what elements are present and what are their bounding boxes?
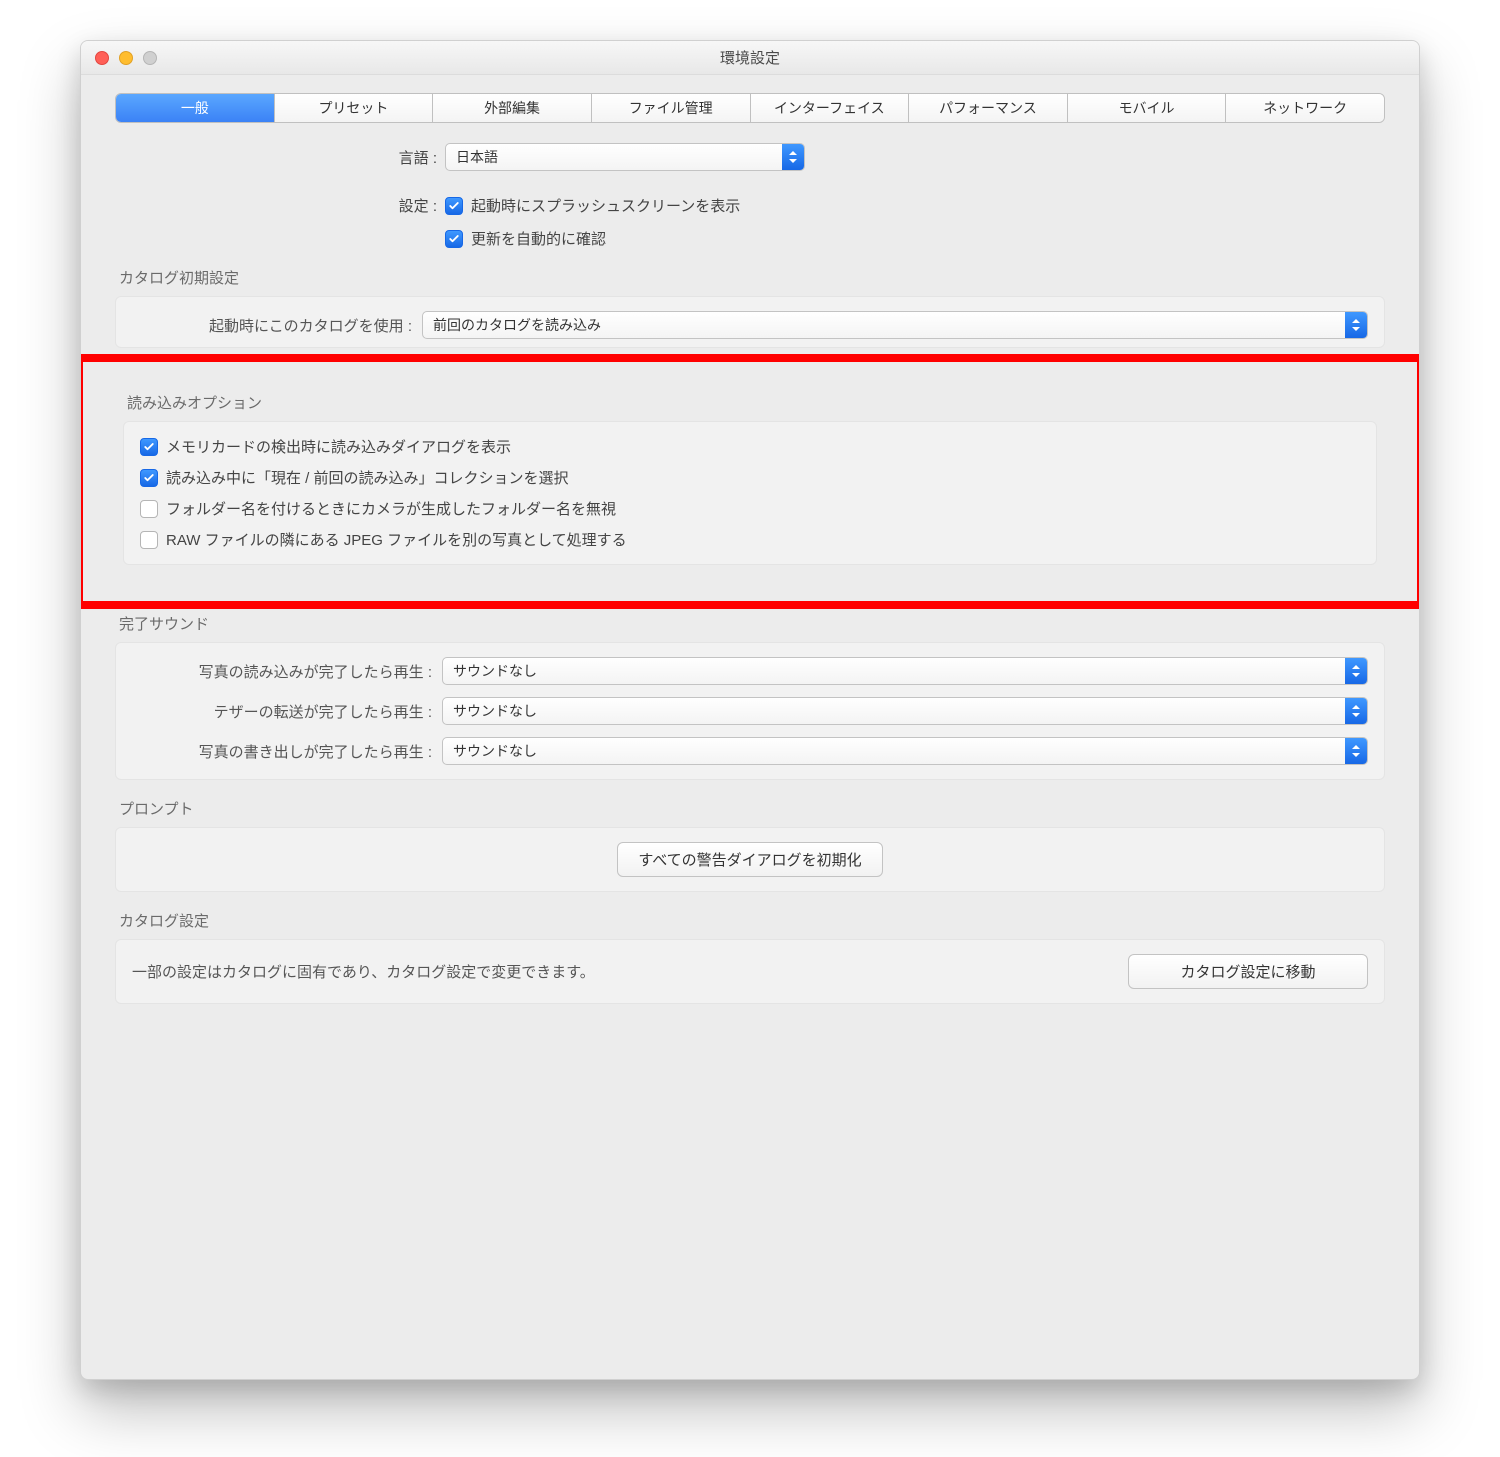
tab-external-editing[interactable]: 外部編集 xyxy=(433,94,592,122)
catalog-init-select[interactable]: 前回のカタログを読み込み xyxy=(422,311,1368,339)
sound-import-select[interactable]: サウンドなし xyxy=(442,657,1368,685)
prompt-title: プロンプト xyxy=(119,798,1385,819)
titlebar: 環境設定 xyxy=(81,41,1419,75)
catalog-init-panel: 起動時にこのカタログを使用 : 前回のカタログを読み込み xyxy=(115,296,1385,348)
import-options-highlight: 読み込みオプション メモリカードの検出時に読み込みダイアログを表示 読み込み中に… xyxy=(80,354,1420,609)
import-opt-label-1: 読み込み中に「現在 / 前回の読み込み」コレクションを選択 xyxy=(166,467,569,488)
import-opt-checkbox-1[interactable] xyxy=(140,469,158,487)
sound-export-label: 写真の書き出しが完了したら再生 : xyxy=(132,741,442,762)
tab-general[interactable]: 一般 xyxy=(116,94,275,122)
language-value: 日本語 xyxy=(446,147,782,167)
auto-update-checkbox[interactable] xyxy=(445,230,463,248)
sound-export-value: サウンドなし xyxy=(443,741,1345,761)
import-opt-label-0: メモリカードの検出時に読み込みダイアログを表示 xyxy=(166,436,511,457)
updown-icon xyxy=(1345,658,1367,684)
catalog-init-label: 起動時にこのカタログを使用 : xyxy=(132,315,422,336)
splash-checkbox[interactable] xyxy=(445,197,463,215)
import-opt-label-2: フォルダー名を付けるときにカメラが生成したフォルダー名を無視 xyxy=(166,498,616,519)
language-label: 言語 : xyxy=(115,147,445,168)
reset-warnings-button[interactable]: すべての警告ダイアログを初期化 xyxy=(617,842,882,877)
sound-tether-value: サウンドなし xyxy=(443,701,1345,721)
import-options-panel: メモリカードの検出時に読み込みダイアログを表示 読み込み中に「現在 / 前回の読… xyxy=(123,421,1377,565)
catalog-init-title: カタログ初期設定 xyxy=(119,267,1385,288)
import-opt-checkbox-2[interactable] xyxy=(140,500,158,518)
updown-icon xyxy=(782,144,804,170)
tab-bar: 一般 プリセット 外部編集 ファイル管理 インターフェイス パフォーマンス モバ… xyxy=(115,93,1385,123)
sound-import-label: 写真の読み込みが完了したら再生 : xyxy=(132,661,442,682)
tab-performance[interactable]: パフォーマンス xyxy=(909,94,1068,122)
sound-tether-select[interactable]: サウンドなし xyxy=(442,697,1368,725)
tab-file-handling[interactable]: ファイル管理 xyxy=(592,94,751,122)
tab-presets[interactable]: プリセット xyxy=(275,94,434,122)
sounds-panel: 写真の読み込みが完了したら再生 : サウンドなし テザーの転送が完了したら再生 … xyxy=(115,642,1385,780)
goto-catalog-settings-button[interactable]: カタログ設定に移動 xyxy=(1128,954,1368,989)
sound-tether-label: テザーの転送が完了したら再生 : xyxy=(132,701,442,722)
import-opt-checkbox-0[interactable] xyxy=(140,438,158,456)
prompt-panel: すべての警告ダイアログを初期化 xyxy=(115,827,1385,892)
sound-export-select[interactable]: サウンドなし xyxy=(442,737,1368,765)
close-icon[interactable] xyxy=(95,51,109,65)
tab-network[interactable]: ネットワーク xyxy=(1226,94,1384,122)
language-select[interactable]: 日本語 xyxy=(445,143,805,171)
import-opt-label-3: RAW ファイルの隣にある JPEG ファイルを別の写真として処理する xyxy=(166,529,627,550)
catalog-settings-text: 一部の設定はカタログに固有であり、カタログ設定で変更できます。 xyxy=(132,961,595,982)
preferences-window: 環境設定 一般 プリセット 外部編集 ファイル管理 インターフェイス パフォーマ… xyxy=(80,40,1420,1380)
import-opt-checkbox-3[interactable] xyxy=(140,531,158,549)
window-title: 環境設定 xyxy=(81,47,1419,68)
updown-icon xyxy=(1345,698,1367,724)
auto-update-label: 更新を自動的に確認 xyxy=(471,228,606,249)
catalog-init-value: 前回のカタログを読み込み xyxy=(423,315,1345,335)
minimize-icon[interactable] xyxy=(119,51,133,65)
zoom-icon[interactable] xyxy=(143,51,157,65)
catalog-settings-title: カタログ設定 xyxy=(119,910,1385,931)
catalog-settings-panel: 一部の設定はカタログに固有であり、カタログ設定で変更できます。 カタログ設定に移… xyxy=(115,939,1385,1004)
updown-icon xyxy=(1345,738,1367,764)
splash-label: 起動時にスプラッシュスクリーンを表示 xyxy=(471,195,740,216)
updown-icon xyxy=(1345,312,1367,338)
sound-import-value: サウンドなし xyxy=(443,661,1345,681)
settings-label: 設定 : xyxy=(115,195,445,216)
sounds-title: 完了サウンド xyxy=(119,613,1385,634)
tab-mobile[interactable]: モバイル xyxy=(1068,94,1227,122)
import-options-title: 読み込みオプション xyxy=(127,392,1377,413)
tab-interface[interactable]: インターフェイス xyxy=(751,94,910,122)
